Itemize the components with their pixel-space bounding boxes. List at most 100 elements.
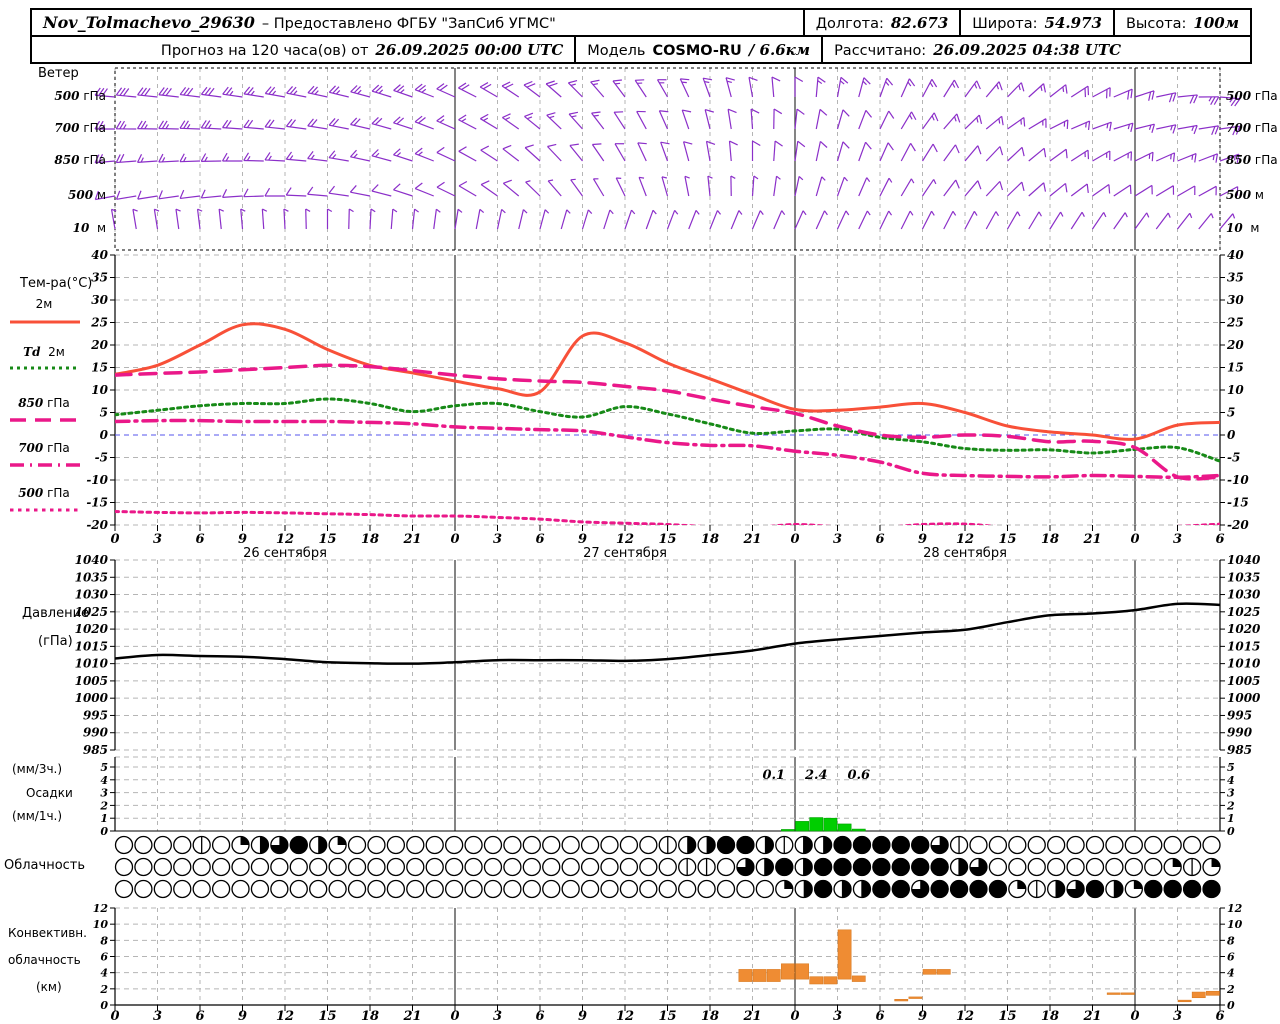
svg-text:1040: 1040 xyxy=(75,553,109,567)
svg-text:3: 3 xyxy=(493,1009,502,1024)
svg-text:1020: 1020 xyxy=(1227,622,1261,636)
svg-text:985: 985 xyxy=(1227,743,1252,757)
svg-text:0.6: 0.6 xyxy=(847,768,870,783)
svg-text:3: 3 xyxy=(833,532,842,547)
model-field: Модель COSMO-RU / 6.6км xyxy=(576,41,821,59)
svg-text:12: 12 xyxy=(93,902,109,915)
precip-unit-3h: (мм/3ч.) xyxy=(12,762,63,776)
svg-text:1015: 1015 xyxy=(1227,639,1260,653)
svg-text:15: 15 xyxy=(658,532,676,547)
svg-text:9: 9 xyxy=(918,532,927,547)
svg-text:3: 3 xyxy=(1173,532,1182,547)
svg-text:1015: 1015 xyxy=(75,639,108,653)
header-row-station: Nov_Tolmachevo_29630 – Предоставлено ФГБ… xyxy=(32,10,1250,37)
svg-text:35: 35 xyxy=(1227,271,1244,285)
svg-text:990: 990 xyxy=(1227,726,1253,740)
svg-text:15: 15 xyxy=(658,1009,676,1024)
series-850 гПа xyxy=(115,363,1220,481)
wind-level-label-10m: 10 м xyxy=(72,221,106,235)
svg-text:5: 5 xyxy=(100,761,108,774)
svg-text:990: 990 xyxy=(83,726,109,740)
pressure-panel-unit: (гПа) xyxy=(38,634,73,649)
svg-text:9: 9 xyxy=(578,532,587,547)
conv-panel-title-1: Конвективн. xyxy=(8,926,87,940)
wind-panel-title: Ветер xyxy=(38,66,79,81)
calc-field: Рассчитано: 26.09.2025 04:38 UTC xyxy=(823,41,1132,59)
svg-text:12: 12 xyxy=(616,1009,634,1024)
svg-text:9: 9 xyxy=(238,532,247,547)
svg-text:30: 30 xyxy=(1227,293,1244,307)
precip-unit-1h: (мм/1ч.) xyxy=(12,809,63,823)
svg-text:1040: 1040 xyxy=(1227,553,1261,567)
calc-label: Рассчитано: xyxy=(834,42,927,59)
svg-text:1020: 1020 xyxy=(75,622,109,636)
svg-text:0: 0 xyxy=(100,999,108,1012)
svg-text:9: 9 xyxy=(578,1009,587,1024)
svg-text:-15: -15 xyxy=(1227,496,1249,510)
svg-text:6: 6 xyxy=(195,532,204,547)
legend-t500: 500 гПа xyxy=(18,486,70,500)
svg-text:1010: 1010 xyxy=(75,657,109,671)
svg-text:8: 8 xyxy=(100,934,108,947)
svg-text:4: 4 xyxy=(100,967,108,980)
wind-level-label-500m-right: 500 м xyxy=(1226,188,1264,202)
calc-time: 26.09.2025 04:38 UTC xyxy=(933,40,1122,59)
svg-text:-5: -5 xyxy=(1227,451,1240,465)
svg-text:12: 12 xyxy=(276,532,294,547)
svg-text:1025: 1025 xyxy=(1227,605,1260,619)
svg-text:6: 6 xyxy=(535,532,544,547)
svg-text:8: 8 xyxy=(1227,934,1235,947)
svg-text:3: 3 xyxy=(833,1009,842,1024)
svg-text:995: 995 xyxy=(1227,708,1252,722)
model-resolution: / 6.6км xyxy=(748,40,811,59)
svg-text:12: 12 xyxy=(956,532,974,547)
svg-text:6: 6 xyxy=(1215,532,1224,547)
svg-text:1000: 1000 xyxy=(75,691,109,705)
svg-text:0: 0 xyxy=(100,428,109,442)
svg-text:10: 10 xyxy=(93,918,109,931)
svg-text:2: 2 xyxy=(1226,983,1235,996)
longitude-field: Долгота: 82.673 xyxy=(805,14,960,32)
svg-text:25: 25 xyxy=(90,316,108,330)
svg-text:5: 5 xyxy=(1227,761,1235,774)
svg-text:21: 21 xyxy=(402,1009,421,1024)
svg-text:0.1: 0.1 xyxy=(762,768,785,783)
svg-text:1: 1 xyxy=(100,812,108,825)
svg-text:2: 2 xyxy=(99,799,108,812)
forecast-field: Прогноз на 120 часа(ов) от 26.09.2025 00… xyxy=(150,41,574,59)
forecast-prefix: Прогноз на 120 часа(ов) от xyxy=(160,42,369,59)
svg-text:15: 15 xyxy=(318,532,336,547)
svg-text:20: 20 xyxy=(90,338,108,352)
wind-level-label-10m-right: 10 м xyxy=(1226,221,1260,235)
svg-text:28 сентября: 28 сентября xyxy=(923,546,1007,561)
svg-text:18: 18 xyxy=(701,1009,719,1024)
svg-text:3: 3 xyxy=(100,787,108,800)
svg-text:0: 0 xyxy=(1227,428,1236,442)
svg-text:21: 21 xyxy=(1082,532,1101,547)
precip-panel-title: Осадки xyxy=(26,786,73,800)
svg-text:9: 9 xyxy=(918,1009,927,1024)
svg-text:-15: -15 xyxy=(86,496,108,510)
svg-text:3: 3 xyxy=(153,1009,162,1024)
legend-td2m: Td 2м xyxy=(23,345,65,359)
svg-text:1010: 1010 xyxy=(1227,657,1261,671)
svg-text:27 сентября: 27 сентября xyxy=(583,546,667,561)
precip-bars: 0.1 2.4 0.6 xyxy=(762,768,870,832)
svg-text:5: 5 xyxy=(100,406,108,420)
station-section: Nov_Tolmachevo_29630 – Предоставлено ФГБ… xyxy=(32,13,567,32)
svg-text:985: 985 xyxy=(83,743,108,757)
svg-text:6: 6 xyxy=(875,532,884,547)
svg-text:0: 0 xyxy=(1130,1009,1139,1024)
svg-text:10: 10 xyxy=(1227,383,1244,397)
svg-text:21: 21 xyxy=(742,1009,761,1024)
svg-text:15: 15 xyxy=(318,1009,336,1024)
svg-text:6: 6 xyxy=(875,1009,884,1024)
latitude-label: Широта: xyxy=(972,15,1038,32)
svg-text:40: 40 xyxy=(1227,248,1244,262)
svg-text:4: 4 xyxy=(1227,774,1235,787)
latitude-value: 54.973 xyxy=(1044,13,1102,32)
svg-text:10: 10 xyxy=(91,383,108,397)
svg-text:21: 21 xyxy=(1082,1009,1101,1024)
svg-text:2: 2 xyxy=(1226,799,1235,812)
series-2м xyxy=(115,322,1220,441)
